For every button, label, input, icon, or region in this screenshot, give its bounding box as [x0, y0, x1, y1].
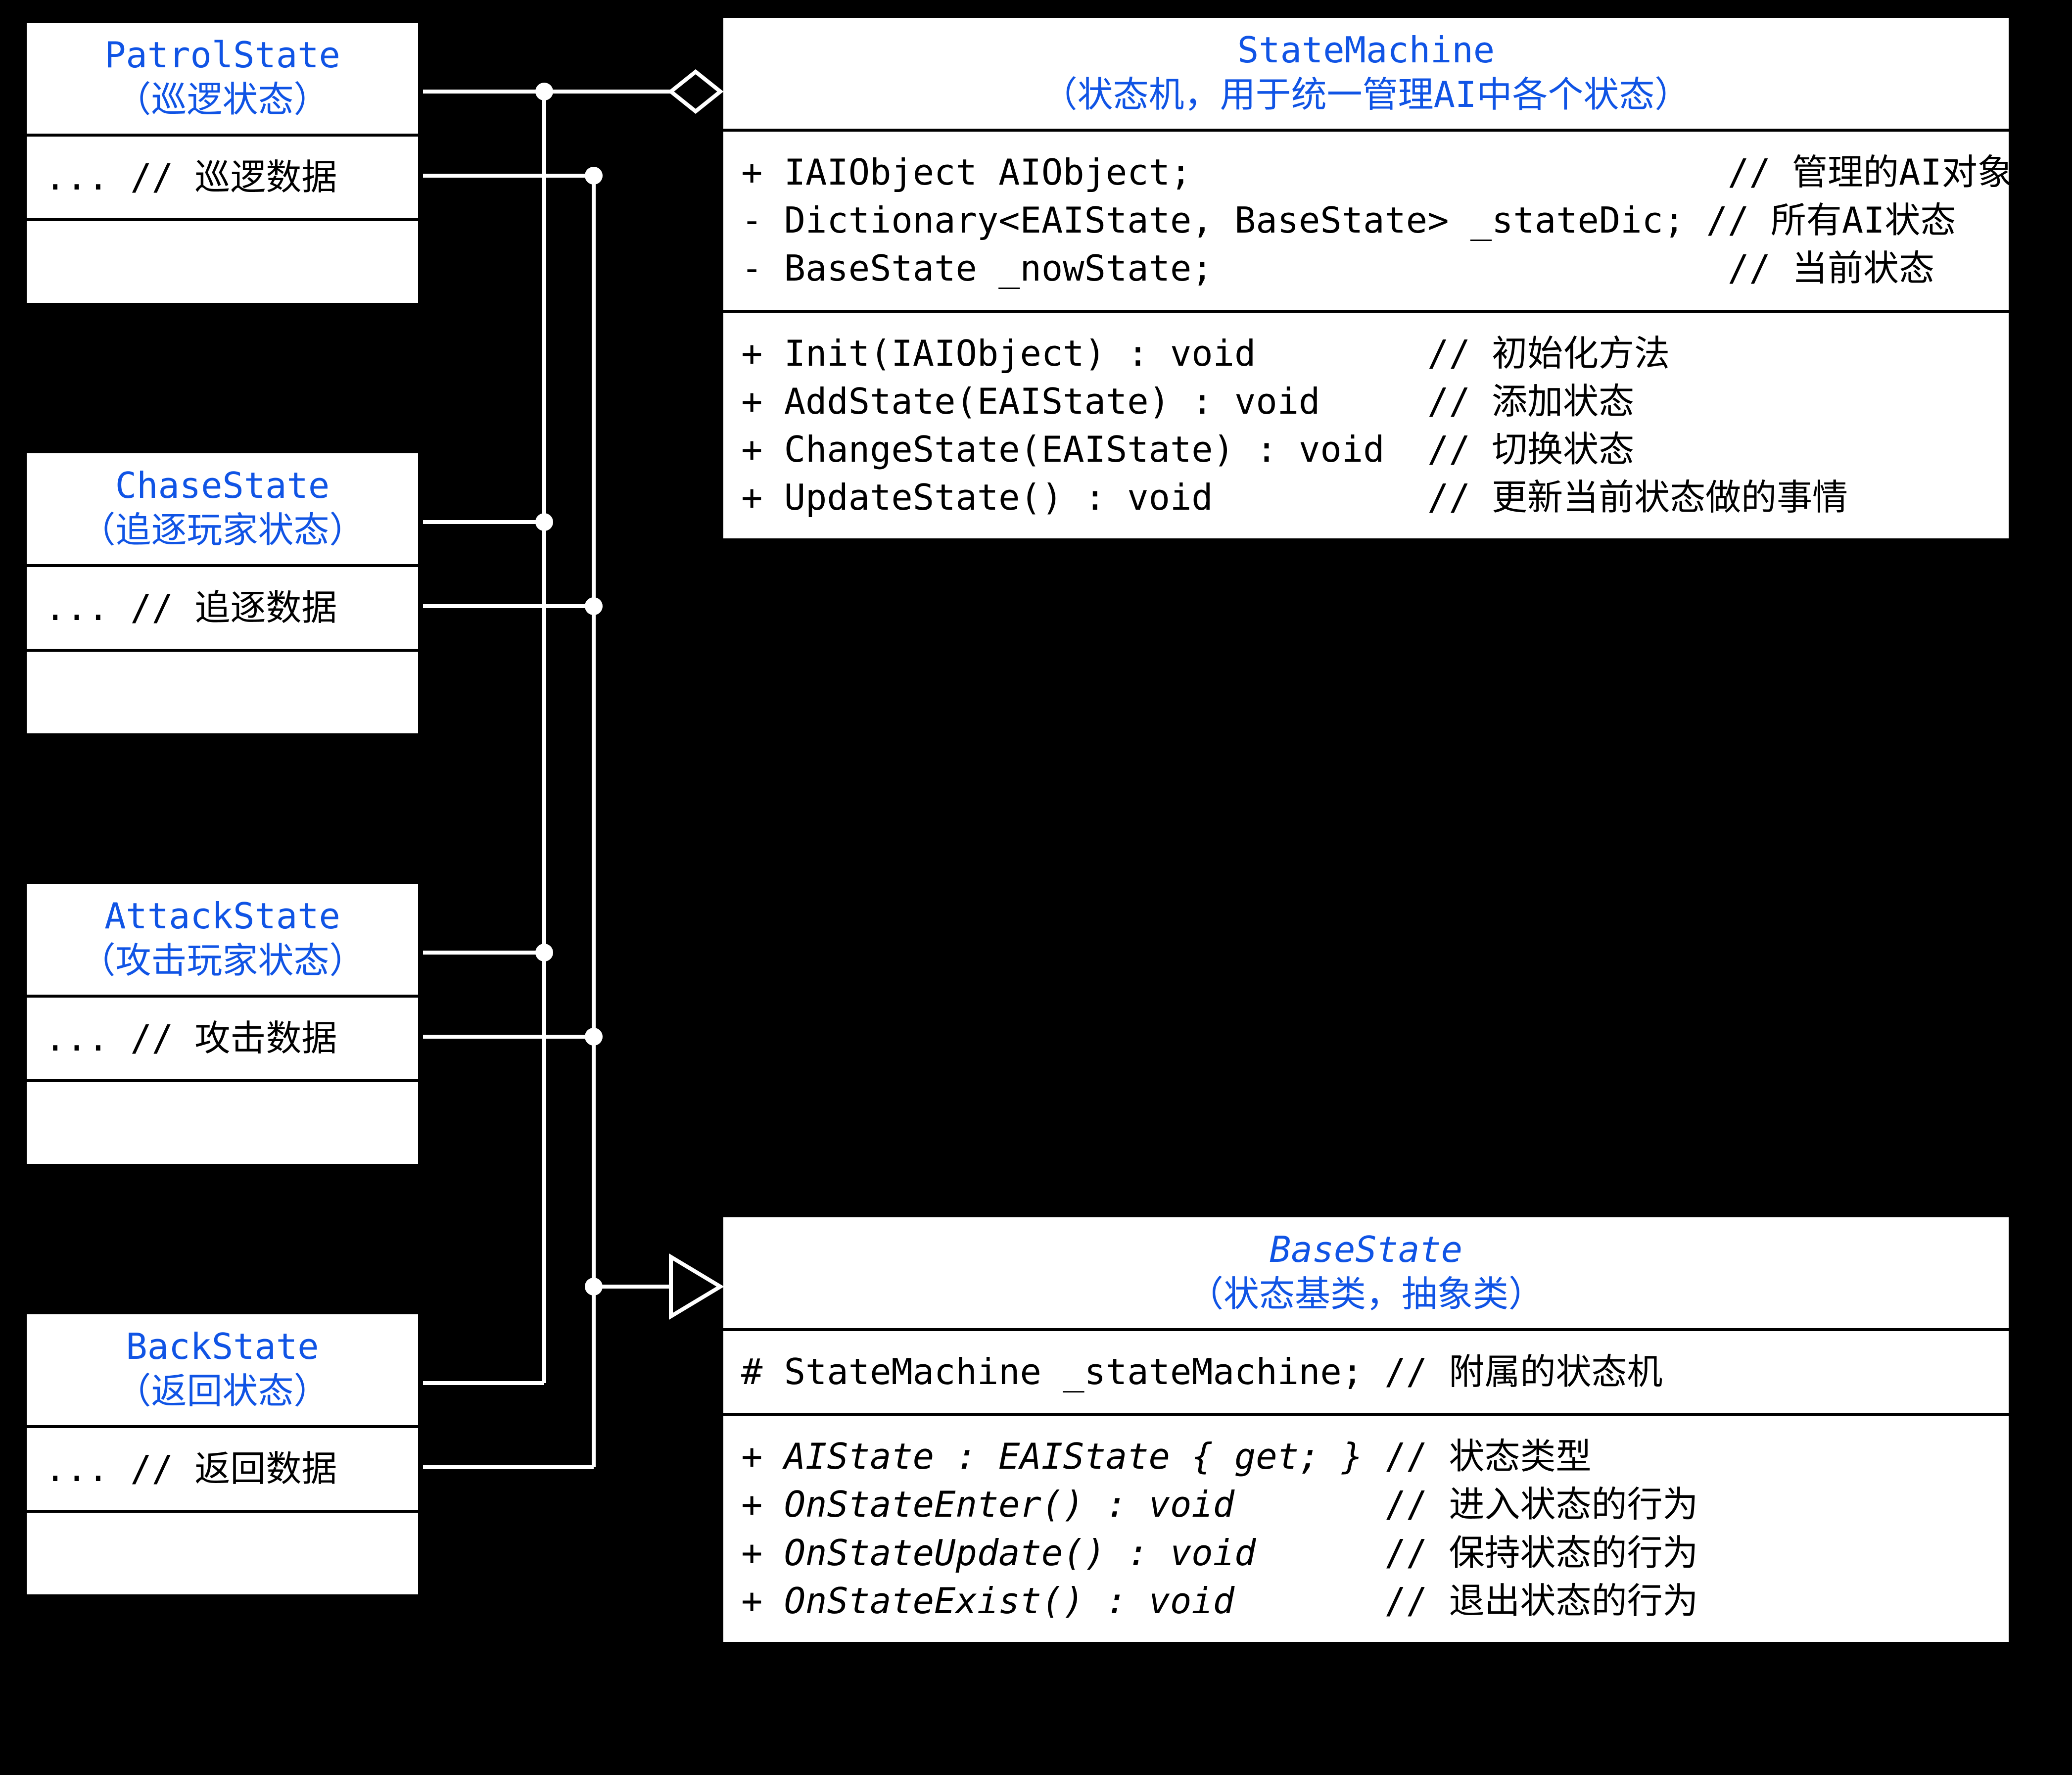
class-attrs: ... // 追逐数据 [27, 567, 418, 652]
class-subtitle: （追逐玩家状态） [35, 508, 410, 552]
class-title: BackState （返回状态） [27, 1314, 418, 1428]
class-name: ChaseState [35, 463, 410, 508]
class-name: PatrolState [35, 33, 410, 77]
class-name: StateMachine [731, 28, 2001, 72]
class-title: ChaseState （追逐玩家状态） [27, 453, 418, 567]
class-chasestate: ChaseState （追逐玩家状态） ... // 追逐数据 [24, 450, 421, 736]
class-attrs: ... // 巡逻数据 [27, 137, 418, 221]
class-name: BackState [35, 1324, 410, 1369]
class-basestate: BaseState （状态基类，抽象类） # StateMachine _sta… [720, 1214, 2012, 1645]
class-methods [27, 652, 418, 733]
class-attrs: + IAIObject AIObject; // 管理的AI对象 - Dicti… [723, 132, 2009, 313]
class-methods: + Init(IAIObject) : void // 初始化方法 + AddS… [723, 313, 2009, 539]
class-attrs: ... // 返回数据 [27, 1428, 418, 1513]
class-subtitle: （返回状态） [35, 1369, 410, 1413]
class-attackstate: AttackState （攻击玩家状态） ... // 攻击数据 [24, 881, 421, 1167]
class-subtitle: （状态基类，抽象类） [731, 1272, 2001, 1316]
class-methods [27, 1082, 418, 1164]
class-methods [27, 221, 418, 303]
class-attrs: # StateMachine _stateMachine; // 附属的状态机 [723, 1331, 2009, 1416]
class-title: StateMachine （状态机，用于统一管理AI中各个状态） [723, 18, 2009, 132]
class-statemachine: StateMachine （状态机，用于统一管理AI中各个状态） + IAIOb… [720, 15, 2012, 541]
class-backstate: BackState （返回状态） ... // 返回数据 [24, 1311, 421, 1597]
class-name: AttackState [35, 894, 410, 938]
class-methods: + AIState : EAIState { get; } // 状态类型+ O… [723, 1416, 2009, 1642]
class-name: BaseState [731, 1227, 2001, 1272]
class-attrs: ... // 攻击数据 [27, 998, 418, 1082]
class-title: BaseState （状态基类，抽象类） [723, 1217, 2009, 1331]
class-title: PatrolState （巡逻状态） [27, 23, 418, 137]
class-subtitle: （巡逻状态） [35, 77, 410, 122]
class-patrolstate: PatrolState （巡逻状态） ... // 巡逻数据 [24, 20, 421, 306]
class-methods [27, 1513, 418, 1594]
class-subtitle: （状态机，用于统一管理AI中各个状态） [731, 72, 2001, 117]
class-title: AttackState （攻击玩家状态） [27, 884, 418, 998]
class-subtitle: （攻击玩家状态） [35, 938, 410, 983]
